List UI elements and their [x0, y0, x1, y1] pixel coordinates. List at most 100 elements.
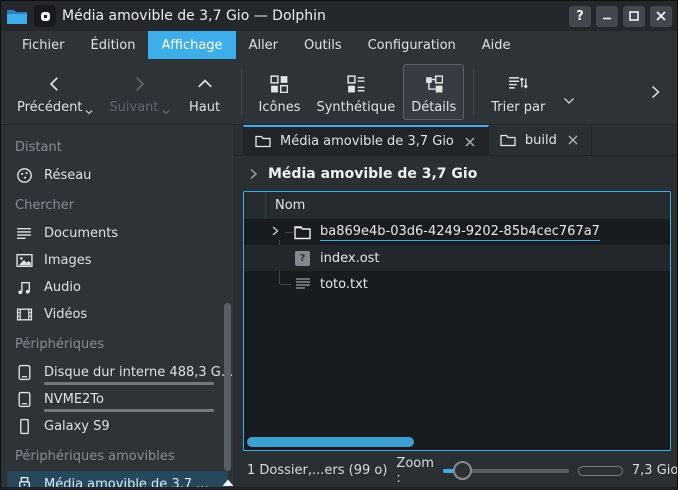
sidebar-scrollbar[interactable] — [224, 303, 231, 471]
eject-icon — [220, 478, 235, 488]
maximize-button[interactable] — [623, 6, 645, 27]
hard-drive-icon — [15, 391, 33, 409]
chevron-right-icon — [647, 83, 663, 101]
main-content: Média amovible de 3,7 Gio build Média am… — [235, 125, 677, 487]
section-distant: Distant — [1, 131, 234, 162]
places-panel: Distant Réseau Chercher Documents Images — [1, 125, 235, 487]
unknown-file-icon: ? — [294, 250, 311, 267]
file-row-folder[interactable]: ba869e4b-03d6-4249-9202-85b4cec767a7 — [244, 219, 670, 245]
titlebar: Média amovible de 3,7 Gio — Dolphin ? — [1, 1, 677, 31]
sidebar-item-documents[interactable]: Documents — [7, 220, 228, 247]
forward-button[interactable]: Suivant — [101, 64, 177, 120]
zoom-label: Zoom : — [396, 456, 433, 486]
tab-media-amovible[interactable]: Média amovible de 3,7 Gio — [243, 125, 489, 156]
tab-build[interactable]: build — [489, 125, 592, 155]
sidebar-item-images[interactable]: Images — [7, 247, 228, 274]
status-bar: 1 Dossier,...ers (99 o) Zoom : 7,3 Gio l… — [235, 454, 677, 487]
compact-view-button[interactable]: Synthétique — [308, 64, 403, 120]
dolphin-folder-icon — [6, 7, 28, 25]
app-ring-icon — [41, 12, 50, 21]
file-row-unknown[interactable]: ? index.ost — [244, 245, 670, 271]
menu-aide[interactable]: Aide — [469, 31, 524, 59]
icons-view-button[interactable]: Icônes — [251, 64, 309, 120]
header-gutter — [244, 192, 266, 219]
column-header: Nom — [244, 192, 670, 219]
file-name[interactable]: ba869e4b-03d6-4249-9202-85b4cec767a7 — [320, 224, 600, 241]
section-chercher: Chercher — [1, 189, 234, 220]
tab-close-button[interactable] — [566, 133, 580, 147]
menu-outils[interactable]: Outils — [291, 31, 355, 59]
menu-configuration[interactable]: Configuration — [355, 31, 469, 59]
up-button[interactable]: Haut — [178, 64, 232, 120]
folder-icon — [255, 135, 271, 148]
tab-bar: Média amovible de 3,7 Gio build — [235, 125, 677, 156]
chevron-right-icon[interactable] — [248, 168, 259, 180]
menu-affichage[interactable]: Affichage — [148, 31, 235, 59]
sort-icon — [508, 73, 528, 95]
menu-aller[interactable]: Aller — [236, 31, 291, 59]
disk-usage-bar — [44, 409, 214, 412]
menu-fichier[interactable]: Fichier — [9, 31, 78, 59]
film-icon — [15, 306, 33, 324]
toolbar-overflow-button[interactable] — [641, 77, 669, 107]
icons-view-icon — [270, 73, 288, 95]
horizontal-scrollbar[interactable] — [247, 437, 414, 447]
details-view-button[interactable]: Détails — [403, 64, 464, 120]
dolphin-window: Média amovible de 3,7 Gio — Dolphin ? Fi… — [0, 0, 678, 490]
column-nom[interactable]: Nom — [266, 198, 305, 213]
sort-caret-down-icon[interactable] — [563, 97, 575, 105]
section-peripheriques-amovibles: Périphériques amovibles — [1, 440, 234, 471]
text-file-icon — [294, 276, 311, 293]
file-view: Nom ba869e4b-03d6-42 — [243, 191, 671, 451]
sidebar-item-nvme2to[interactable]: NVME2To — [7, 386, 228, 413]
section-peripheriques: Périphériques — [1, 328, 234, 359]
file-name[interactable]: toto.txt — [320, 277, 368, 292]
free-space-bar — [578, 466, 623, 476]
caret-down-icon — [162, 109, 170, 115]
breadcrumb: Média amovible de 3,7 Gio — [235, 156, 677, 191]
sidebar-item-audio[interactable]: Audio — [7, 274, 228, 301]
usb-drive-icon — [15, 476, 33, 488]
breadcrumb-location[interactable]: Média amovible de 3,7 Gio — [268, 166, 477, 182]
file-name[interactable]: index.ost — [320, 251, 380, 266]
minimize-button[interactable] — [596, 6, 618, 27]
file-rows: ba869e4b-03d6-4249-9202-85b4cec767a7 ? i… — [244, 219, 670, 297]
network-icon — [15, 167, 33, 185]
toolbar: Précédent Suivant Haut — [1, 59, 677, 125]
expander-chevron-icon[interactable] — [270, 224, 280, 242]
help-button[interactable]: ? — [569, 6, 591, 27]
back-button[interactable]: Précédent — [9, 64, 101, 120]
file-row-text[interactable]: toto.txt — [244, 271, 670, 297]
window-body: Distant Réseau Chercher Documents Images — [1, 125, 677, 487]
sidebar-item-disque-interne[interactable]: Disque dur interne 488,3 G... — [7, 359, 228, 386]
sidebar-item-videos[interactable]: Vidéos — [7, 301, 228, 328]
music-note-icon — [15, 279, 33, 297]
horizontal-scrollbar-track[interactable] — [247, 437, 667, 447]
toolbar-separator — [473, 69, 474, 115]
close-button[interactable] — [650, 6, 672, 27]
toolbar-separator — [241, 69, 242, 115]
details-view-icon — [425, 73, 443, 95]
eject-button[interactable] — [220, 478, 235, 488]
sidebar-item-reseau[interactable]: Réseau — [7, 162, 228, 189]
folder-icon — [500, 134, 516, 147]
chevron-right-icon — [130, 73, 148, 95]
sidebar-item-media-amovible[interactable]: Média amovible de 3,7 ... — [7, 471, 228, 487]
free-space-text: 7,3 Gio libre(s) — [632, 463, 678, 478]
sort-by-button[interactable]: Trier par — [483, 64, 553, 120]
hard-drive-icon — [15, 364, 33, 382]
close-icon — [465, 137, 475, 147]
smartphone-icon — [15, 418, 33, 436]
app-menu-button[interactable] — [34, 5, 56, 27]
disk-usage-bar — [44, 382, 214, 385]
menubar: Fichier Édition Affichage Aller Outils C… — [1, 31, 677, 59]
compact-view-icon — [347, 73, 365, 95]
status-summary: 1 Dossier,...ers (99 o) — [247, 463, 387, 478]
tab-close-button[interactable] — [463, 135, 477, 149]
zoom-slider[interactable] — [443, 469, 569, 473]
close-icon — [568, 135, 578, 145]
sidebar-item-galaxy-s9[interactable]: Galaxy S9 — [7, 413, 228, 440]
caret-down-icon — [85, 109, 93, 115]
menu-edition[interactable]: Édition — [78, 31, 149, 59]
zoom-slider-handle[interactable] — [453, 461, 472, 480]
